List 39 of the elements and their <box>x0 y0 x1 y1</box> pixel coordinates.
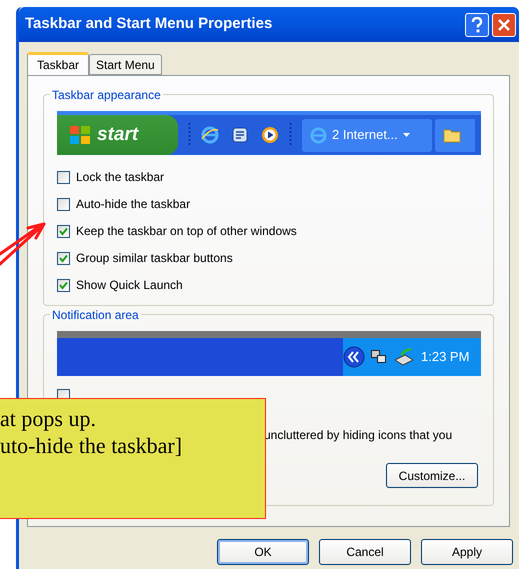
folder-icon <box>443 128 461 142</box>
tab[interactable]: Taskbar <box>27 52 90 75</box>
chevron-icon <box>343 346 365 368</box>
checkbox[interactable] <box>57 170 70 184</box>
network-icon <box>369 348 389 366</box>
window-title: Taskbar and Start Menu Properties <box>25 14 274 34</box>
wireless-icon <box>393 348 415 366</box>
dialog-button[interactable]: Apply <box>421 539 513 565</box>
callout-text: uto-hide the taskbar] <box>0 432 184 459</box>
windows-logo-icon <box>69 125 91 145</box>
start-label: start <box>97 122 138 147</box>
task-label: 2 Internet... <box>332 126 398 144</box>
checkbox[interactable] <box>57 224 70 238</box>
option-label: Keep the taskbar on top of other windows <box>76 223 297 240</box>
checkbox[interactable] <box>57 278 70 292</box>
browser-icon <box>201 126 219 144</box>
callout-text: at pops up. <box>0 405 97 432</box>
checkbox[interactable] <box>57 198 70 210</box>
browser-icon <box>310 126 327 144</box>
help-icon <box>471 16 483 32</box>
option-label: Lock the taskbar <box>76 169 164 186</box>
close-button[interactable] <box>492 12 516 36</box>
grip-icon <box>289 122 292 148</box>
dialog-button[interactable]: OK <box>217 539 309 565</box>
close-icon <box>497 18 511 32</box>
media-player-icon <box>261 126 279 144</box>
dialog-button[interactable]: Cancel <box>319 539 411 565</box>
grip-icon <box>188 122 191 148</box>
customize-button[interactable]: Customize... <box>386 463 478 488</box>
mail-icon <box>231 126 249 144</box>
option-label: Auto-hide the taskbar <box>76 196 190 213</box>
checkbox[interactable] <box>57 252 70 264</box>
description-text: uncluttered by hiding icons that you <box>264 427 452 444</box>
tab[interactable]: Start Menu <box>89 54 162 75</box>
clock-time: 1:23 PM <box>421 348 470 366</box>
option-label: Group similar taskbar buttons <box>76 250 233 267</box>
help-button[interactable] <box>465 12 489 36</box>
option-label: Show Quick Launch <box>76 277 183 294</box>
caret-icon <box>402 133 410 137</box>
